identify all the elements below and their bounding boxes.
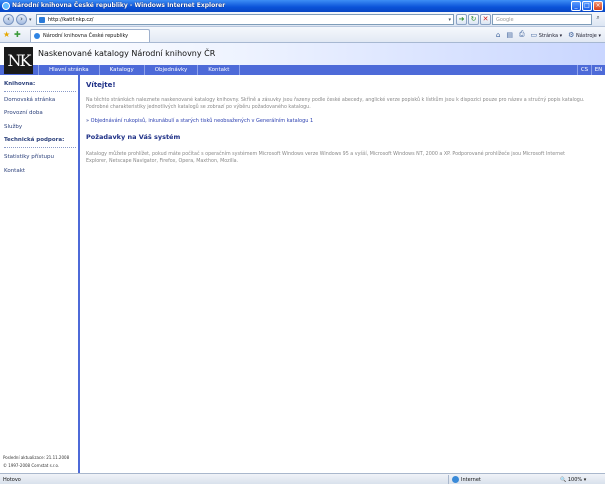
requirements-paragraph: Katalogy můžete prohlížet, pokud máte po…	[86, 152, 565, 164]
search-placeholder: Google	[496, 17, 514, 23]
page-icon	[39, 17, 45, 23]
favorites-star-icon[interactable]: ★	[3, 30, 10, 39]
sidebar-heading-support: Technická podpora:	[4, 137, 65, 143]
menu-catalogs[interactable]: Katalogy	[100, 65, 145, 75]
close-button[interactable]: ×	[593, 1, 603, 11]
forward-button[interactable]: ›	[16, 14, 27, 25]
status-text: Hotovo	[3, 477, 21, 483]
sidebar-item-home[interactable]: Domovská stránka	[4, 97, 55, 103]
feeds-icon[interactable]: ▤	[506, 31, 513, 39]
lang-cs[interactable]: CS	[577, 65, 591, 75]
page-menu[interactable]: ▭ Stránka ▾	[531, 31, 563, 39]
refresh-button[interactable]: ↻	[468, 14, 479, 25]
tools-gear-icon: ⚙	[568, 30, 575, 39]
home-icon[interactable]: ⌂	[496, 31, 500, 39]
sidebar-item-statistics[interactable]: Statistiky přístupu	[4, 154, 54, 160]
address-toolbar: ‹ › ▾ http://katif.nkp.cz/ ▾ ➜ ↻ ✕ Googl…	[0, 12, 605, 27]
order-link[interactable]: » Objednávání rukopisů, inkunábulí a sta…	[86, 118, 313, 124]
back-button[interactable]: ‹	[3, 14, 14, 25]
tools-menu-label: Nástroje	[576, 32, 597, 39]
sidebar-heading-library: Knihovna:	[4, 81, 36, 87]
history-dropdown-icon[interactable]: ▾	[29, 17, 32, 23]
maximize-button[interactable]: □	[582, 1, 592, 11]
lang-en[interactable]: EN	[591, 65, 605, 75]
requirements-heading: Požadavky na Váš systém	[86, 133, 181, 141]
nk-logo[interactable]: NK	[4, 47, 33, 74]
sidebar-item-opening-hours[interactable]: Provozní doba	[4, 110, 43, 116]
address-dropdown-icon[interactable]: ▾	[448, 17, 451, 23]
stop-button[interactable]: ✕	[480, 14, 491, 25]
search-icon[interactable]: ⌕	[593, 14, 603, 25]
main-content: Vítejte! Na těchto stránkách naleznete n…	[86, 75, 596, 473]
menu-orders[interactable]: Objednávky	[145, 65, 199, 75]
menu-home[interactable]: Hlavní stránka	[38, 65, 100, 75]
tools-menu[interactable]: ⚙ Nástroje ▾	[568, 31, 601, 39]
page-menu-icon: ▭	[530, 30, 538, 39]
tab-label: Národní knihovna České republiky	[43, 33, 129, 39]
main-menu-bar: Hlavní stránka Katalogy Objednávky Konta…	[0, 65, 605, 75]
add-favorites-icon[interactable]: ✚	[14, 30, 21, 39]
zoom-level: 100%	[567, 477, 583, 483]
search-input[interactable]: Google	[492, 14, 592, 25]
zoom-control[interactable]: 🔍 100% ▾	[560, 477, 586, 483]
sidebar-divider	[4, 147, 76, 148]
minimize-button[interactable]: _	[571, 1, 581, 11]
internet-explorer-icon	[2, 2, 10, 10]
zone-label: Internet	[461, 477, 481, 483]
security-zone[interactable]: Internet	[448, 475, 556, 484]
address-input[interactable]: http://katif.nkp.cz/ ▾	[36, 14, 454, 25]
menu-contact[interactable]: Kontakt	[198, 65, 241, 75]
last-updated-text: Poslední aktualizace: 21.11.2008	[3, 455, 70, 460]
print-icon[interactable]: ⎙	[519, 30, 525, 39]
url-text[interactable]: http://katif.nkp.cz/	[48, 17, 93, 23]
sidebar-item-services[interactable]: Služby	[4, 124, 22, 130]
globe-icon	[452, 476, 459, 483]
tab-toolbar: ★ ✚ Národní knihovna České republiky ⌂ ▤…	[0, 27, 605, 43]
window-title-bar: Národní knihovna České republiky - Windo…	[0, 0, 605, 12]
tab-page-icon	[34, 33, 40, 39]
intro-paragraph: Na těchto stránkách naleznete naskenovan…	[86, 98, 585, 110]
sidebar-divider	[4, 91, 76, 92]
sidebar: Knihovna: Domovská stránka Provozní doba…	[0, 75, 80, 473]
welcome-heading: Vítejte!	[86, 81, 116, 89]
link-arrow-icon: »	[86, 118, 90, 124]
tab-active[interactable]: Národní knihovna České republiky	[30, 29, 150, 42]
page-menu-label: Stránka	[538, 32, 559, 39]
go-button[interactable]: ➜	[456, 14, 467, 25]
window-title: Národní knihovna České republiky - Windo…	[12, 2, 226, 9]
status-bar: Hotovo Internet 🔍 100% ▾	[0, 473, 605, 484]
site-header: NK Naskenované katalogy Národní knihovny…	[0, 43, 605, 74]
copyright-text: © 1997-2008 Cornstat s.r.o.	[3, 463, 60, 468]
sidebar-item-contact[interactable]: Kontakt	[4, 168, 25, 174]
web-page: NK Naskenované katalogy Národní knihovny…	[0, 43, 605, 473]
site-title: Naskenované katalogy Národní knihovny ČR	[38, 49, 216, 58]
order-link-text[interactable]: Objednávání rukopisů, inkunábulí a starý…	[91, 118, 314, 124]
